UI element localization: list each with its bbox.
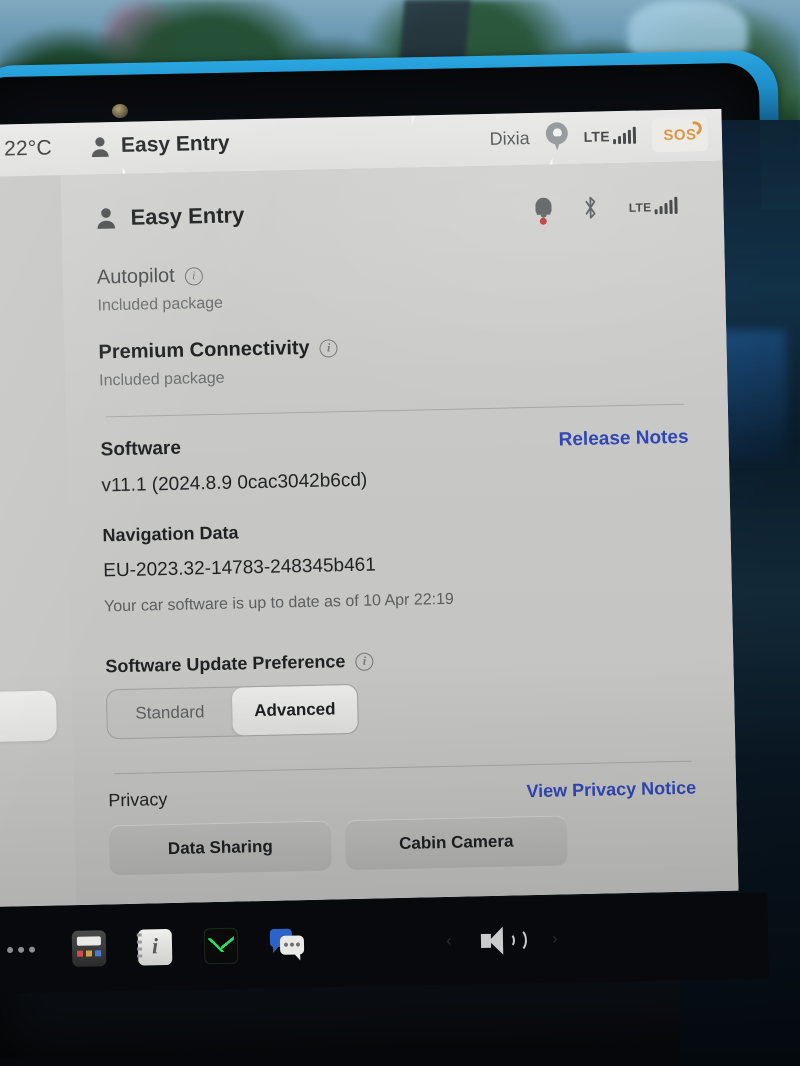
- network-status: LTE: [583, 126, 637, 145]
- app-dock: i ‹ ›: [0, 892, 769, 994]
- update-preference-title-row: Software Update Preference i: [105, 644, 693, 678]
- bluetooth-icon[interactable]: [583, 196, 600, 220]
- dock-app-calculator[interactable]: [56, 930, 123, 967]
- chevron-right-icon[interactable]: ›: [542, 930, 568, 948]
- sidebar-item-navigation[interactable]: igation: [0, 537, 62, 591]
- messages-icon: [269, 926, 305, 963]
- sidebar-item-wifi[interactable]: Vi-Fi: [0, 741, 66, 795]
- panel-profile-button[interactable]: Easy Entry: [95, 202, 245, 231]
- panel-status-icons: LTE: [535, 193, 684, 225]
- ellipsis-icon[interactable]: [0, 946, 56, 954]
- sos-button[interactable]: SOS: [651, 117, 709, 153]
- info-icon[interactable]: i: [355, 652, 374, 671]
- feature-premium-status: Included package: [98, 369, 225, 390]
- sidebar-item-software[interactable]: oftware: [0, 690, 57, 745]
- privacy-label: Privacy: [108, 789, 168, 811]
- cabin-camera-button[interactable]: Cabin Camera: [344, 815, 568, 871]
- driver-profile-name: Easy Entry: [120, 131, 230, 157]
- feature-autopilot-title-row: Autopilot i: [97, 254, 685, 290]
- sidebar-item-charging[interactable]: g: [0, 282, 56, 336]
- driver-profile-button[interactable]: Easy Entry: [90, 132, 230, 159]
- bell-icon[interactable]: [535, 196, 554, 225]
- volume-button[interactable]: [462, 924, 543, 958]
- update-preference-segmented-control[interactable]: Standard Advanced: [105, 683, 359, 740]
- sidebar-item-safety[interactable]: ety: [0, 588, 63, 642]
- signal-bars-icon: [654, 196, 678, 215]
- climate-temperature[interactable]: 22°C: [4, 136, 52, 161]
- sidebar-item-service[interactable]: rvice: [0, 639, 64, 693]
- photo-of-tesla-touchscreen: 22°C Easy Entry Dixia LTE SOS Easy Entry…: [0, 0, 800, 1066]
- notification-dot: [540, 217, 548, 225]
- panel-network-label: LTE: [628, 200, 652, 215]
- view-privacy-notice-link[interactable]: View Privacy Notice: [526, 778, 696, 803]
- sidebar-item-bluetooth[interactable]: Bluetooth: [0, 792, 67, 846]
- sidebar-item-locks[interactable]: s: [0, 384, 58, 438]
- dock-app-messages[interactable]: [254, 926, 321, 963]
- sidebar-header: & Steering: [0, 229, 54, 256]
- privacy-section-row: Privacy View Privacy Notice: [108, 778, 696, 812]
- feature-premium-name: Premium Connectivity: [98, 336, 310, 364]
- speaker-volume-icon: [480, 924, 528, 957]
- feature-premium-title-row: Premium Connectivity i: [98, 329, 686, 365]
- divider: [105, 403, 684, 418]
- software-section-label: Software: [100, 437, 182, 461]
- info-icon[interactable]: i: [184, 266, 203, 286]
- settings-body: & Steering g ot s ay s igation ety rvice…: [0, 160, 739, 910]
- sidebar-item-upgrades[interactable]: Upgrades: [0, 843, 68, 897]
- dock-app-notes[interactable]: i: [122, 928, 189, 966]
- navigation-data-label: Navigation Data: [102, 522, 239, 546]
- software-section-row: Software Release Notes: [100, 427, 688, 462]
- location-name: Dixia: [489, 127, 530, 149]
- tesla-ui-screen: 22°C Easy Entry Dixia LTE SOS Easy Entry…: [0, 108, 739, 910]
- privacy-buttons: Data Sharing Cabin Camera: [108, 813, 698, 876]
- feature-autopilot-name: Autopilot: [96, 264, 175, 289]
- person-icon: [97, 208, 116, 229]
- software-update-preference: Software Update Preference i Standard Ad…: [105, 644, 695, 740]
- software-version: v11.1 (2024.8.9 0cac3042b6cd): [101, 469, 368, 497]
- map-pin-icon[interactable]: [545, 122, 568, 152]
- update-preference-option-standard[interactable]: Standard: [107, 688, 233, 739]
- stocks-chart-icon: [203, 927, 239, 965]
- sidebar-item-autopilot[interactable]: ot: [0, 333, 57, 387]
- feature-premium-connectivity: Premium Connectivity i Included package: [98, 329, 687, 391]
- navigation-data-value: EU-2023.32-14783-248345b461: [103, 554, 377, 582]
- person-icon: [91, 136, 109, 157]
- status-bar-right: Dixia LTE SOS: [489, 117, 709, 156]
- release-notes-link[interactable]: Release Notes: [558, 427, 688, 452]
- update-preference-option-advanced[interactable]: Advanced: [231, 684, 358, 736]
- sidebar-item-display[interactable]: ay: [0, 435, 59, 489]
- calculator-icon: [71, 930, 107, 967]
- sidebar-item-lights[interactable]: s: [0, 486, 61, 540]
- notes-info-icon: i: [137, 928, 173, 966]
- update-preference-label: Software Update Preference: [105, 651, 346, 677]
- feature-autopilot-status: Included package: [97, 294, 224, 315]
- network-label: LTE: [583, 128, 611, 145]
- panel-title: Easy Entry: [130, 202, 245, 230]
- settings-sidebar: & Steering g ot s ay s igation ety rvice…: [0, 175, 69, 909]
- dock-app-stocks[interactable]: [188, 927, 255, 965]
- info-icon[interactable]: i: [319, 338, 338, 358]
- software-update-status: Your car software is up to date as of 10…: [103, 590, 455, 616]
- feature-autopilot: Autopilot i Included package: [97, 254, 686, 316]
- divider: [113, 760, 692, 775]
- software-settings-panel: Easy Entry LTE Autopilot i Included pack…: [60, 160, 739, 906]
- chevron-left-icon[interactable]: ‹: [436, 932, 462, 950]
- panel-network-status: LTE: [628, 196, 678, 215]
- signal-bars-icon: [613, 126, 637, 145]
- data-sharing-button[interactable]: Data Sharing: [108, 820, 332, 876]
- panel-header: Easy Entry LTE: [95, 184, 684, 241]
